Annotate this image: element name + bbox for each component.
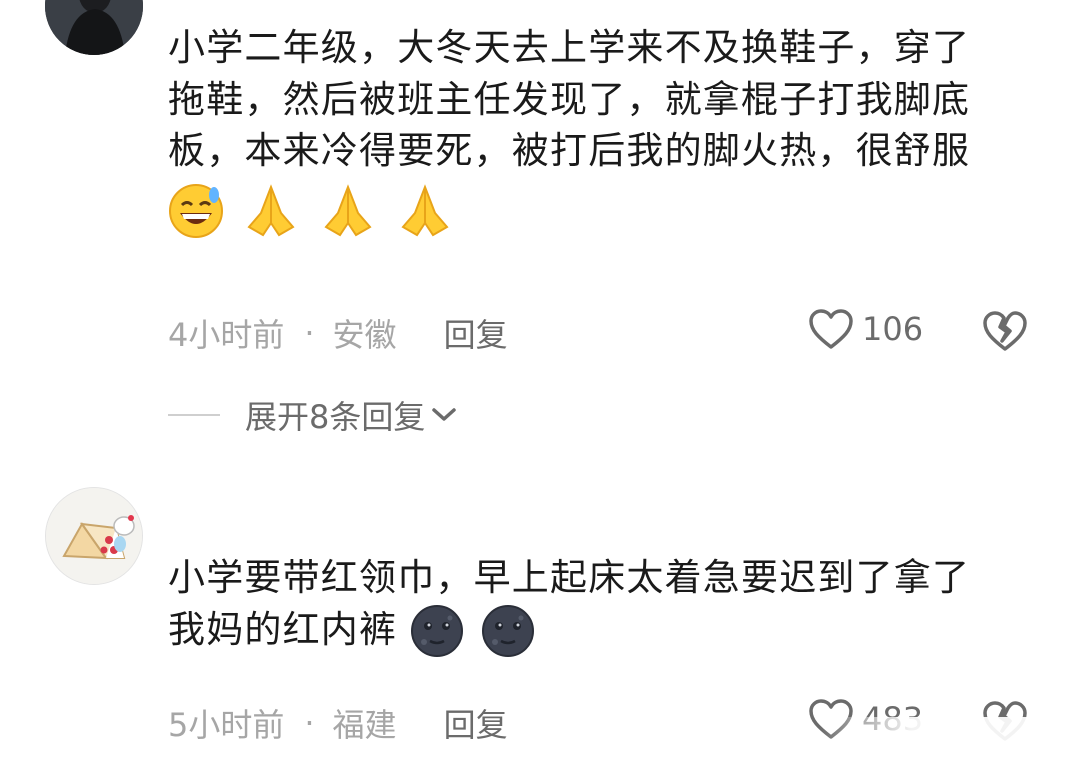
comment-line: 拖鞋，然后被班主任发现了，就拿棍子打我脚底 (168, 77, 971, 121)
comment-text: 小学要带红领巾，早上起床太着急要迟到了拿了 我妈的红内裤 (168, 552, 1028, 658)
comment-location: 安徽 (332, 316, 397, 354)
comment-time: 4小时前 (168, 316, 285, 354)
like-button[interactable]: 106 (808, 308, 923, 350)
grinning-sweat-emoji (169, 183, 223, 238)
new-moon-face-emoji (411, 605, 464, 657)
praying-hands-emoji (401, 183, 449, 236)
new-moon-face-emoji (482, 605, 535, 657)
comment-line: 板，本来冷得要死，被打后我的脚火热，很舒服 (168, 129, 971, 172)
user-avatar[interactable] (45, 487, 143, 585)
reply-button[interactable]: 回复 (444, 700, 508, 746)
comment-line: 小学要带红领巾，早上起床太着急要迟到了拿了 (168, 556, 971, 599)
meta-separator: · (304, 704, 315, 742)
divider (168, 414, 220, 416)
comment-text: 小学二年级，大冬天去上学来不及换鞋子，穿了 拖鞋，然后被班主任发现了，就拿棍子打… (168, 22, 1028, 243)
comment-line: 我妈的红内裤 (168, 604, 1028, 659)
user-avatar[interactable] (45, 0, 143, 55)
comment-meta: 5小时前 · 福建 回复 (168, 700, 508, 746)
comment-line: 小学二年级，大冬天去上学来不及换鞋子，穿了 (168, 26, 971, 69)
emoji-row (168, 183, 1028, 243)
broken-heart-icon (983, 311, 1027, 351)
watermark-overlay (820, 717, 1080, 761)
dislike-button[interactable] (982, 310, 1028, 356)
meta-separator: · (304, 314, 315, 352)
comment-meta: 4小时前 · 安徽 回复 (168, 310, 508, 356)
reply-button[interactable]: 回复 (444, 310, 508, 356)
comment-location: 福建 (332, 706, 397, 744)
heart-icon (809, 309, 853, 349)
comment-time: 5小时前 (168, 706, 285, 744)
comment-line-text: 我妈的红内裤 (168, 607, 398, 651)
praying-hands-emoji (324, 183, 372, 236)
praying-hands-emoji (247, 183, 295, 236)
like-count: 106 (862, 310, 924, 348)
expand-replies-label: 展开8条回复 (245, 398, 426, 436)
chevron-down-icon (432, 408, 457, 421)
expand-replies-button[interactable]: 展开8条回复 (168, 392, 457, 438)
